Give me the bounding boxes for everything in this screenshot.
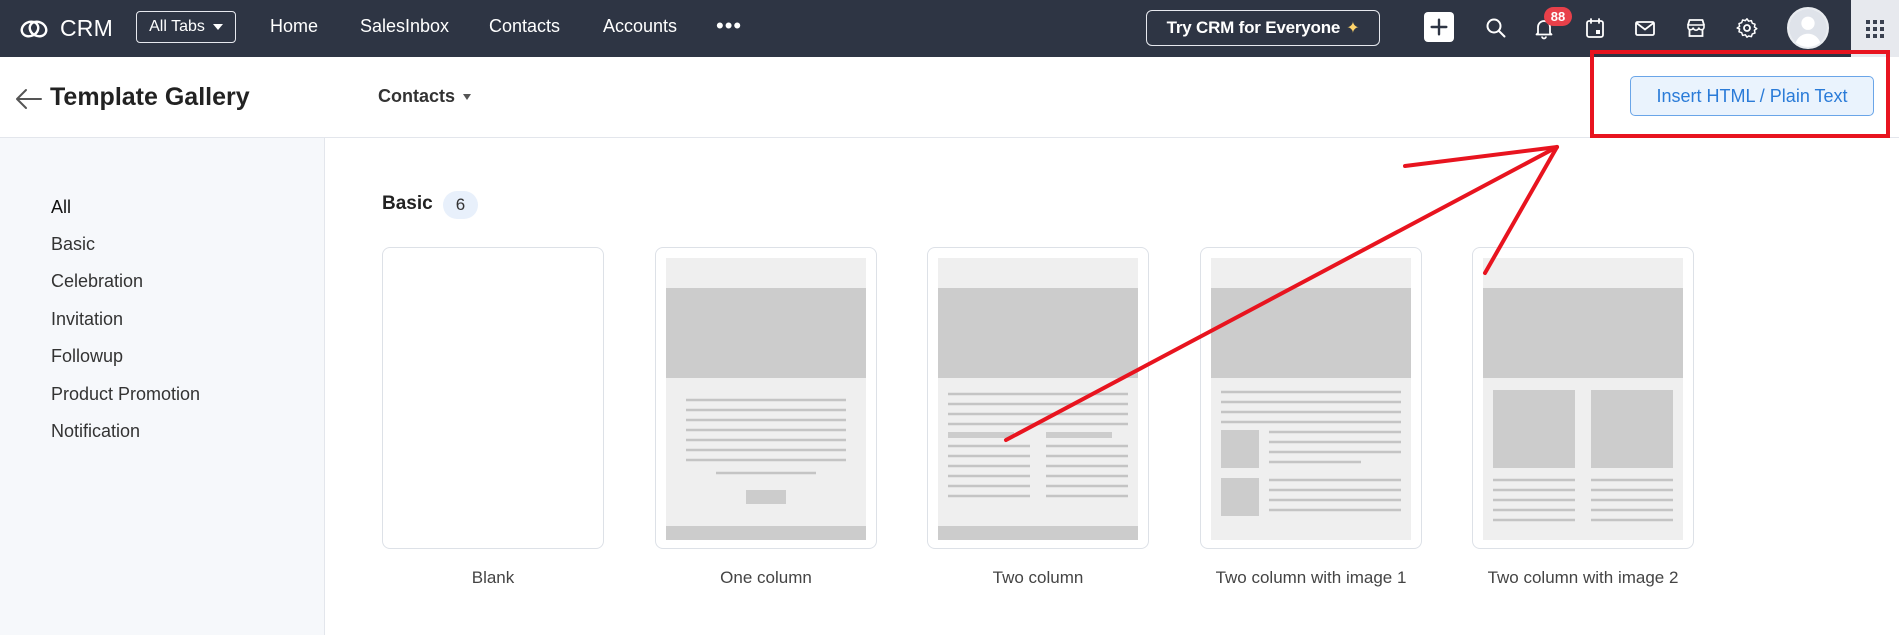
template-label: Two column [992, 568, 1084, 587]
crm-logo-icon [20, 20, 48, 38]
template-preview [1483, 258, 1683, 540]
user-avatar[interactable] [1787, 7, 1829, 49]
sidebar-item-product-promotion[interactable]: Product Promotion [51, 384, 200, 405]
nav-salesinbox[interactable]: SalesInbox [360, 16, 449, 37]
more-tabs-icon[interactable]: ••• [716, 15, 742, 37]
template-card-one-column[interactable] [655, 247, 877, 549]
create-new-button[interactable] [1424, 12, 1454, 42]
template-preview [938, 258, 1138, 540]
sidebar-item-notification[interactable]: Notification [51, 421, 140, 442]
all-tabs-dropdown[interactable]: All Tabs [136, 11, 236, 43]
template-label: One column [720, 568, 812, 587]
nav-home[interactable]: Home [270, 16, 318, 37]
calendar-button[interactable] [1581, 14, 1609, 42]
sidebar-item-basic[interactable]: Basic [51, 234, 95, 255]
try-crm-label: Try CRM for Everyone [1166, 18, 1341, 37]
template-card-two-column-image-2[interactable] [1472, 247, 1694, 549]
search-icon [1486, 18, 1506, 38]
gear-icon [1736, 18, 1758, 38]
plus-icon [1430, 18, 1448, 36]
template-card-two-column-image-1[interactable] [1200, 247, 1422, 549]
mail-button[interactable] [1631, 14, 1659, 42]
all-tabs-label: All Tabs [149, 18, 205, 35]
template-preview [666, 258, 866, 540]
back-arrow-icon[interactable] [14, 87, 42, 111]
apps-menu-button[interactable] [1851, 0, 1899, 57]
sidebar-item-celebration[interactable]: Celebration [51, 271, 143, 292]
module-dropdown[interactable]: Contacts [378, 86, 472, 107]
grid-icon [1866, 19, 1884, 38]
chevron-down-icon [212, 24, 223, 30]
nav-contacts[interactable]: Contacts [489, 16, 560, 37]
page-title: Template Gallery [50, 83, 250, 111]
mail-icon [1635, 21, 1655, 36]
template-label: Two column with image 2 [1487, 568, 1679, 587]
sparkle-icon: ✦ [1346, 20, 1360, 37]
marketplace-button[interactable] [1682, 14, 1710, 42]
chevron-down-icon [463, 93, 472, 100]
template-card-blank[interactable] [382, 247, 604, 549]
annotation-highlight-box [1590, 50, 1890, 138]
user-avatar-icon [1789, 9, 1827, 47]
module-label: Contacts [378, 86, 456, 106]
calendar-icon [1586, 18, 1604, 38]
search-button[interactable] [1482, 14, 1510, 42]
template-count-badge: 6 [443, 191, 478, 219]
top-navigation-bar: CRM All Tabs Home SalesInbox Contacts Ac… [0, 0, 1899, 57]
section-title: Basic [382, 193, 433, 214]
category-sidebar: All Basic Celebration Invitation Followu… [0, 138, 325, 635]
app-name: CRM [60, 14, 113, 41]
crm-logo[interactable]: CRM [18, 12, 113, 44]
settings-button[interactable] [1733, 14, 1761, 42]
template-preview [1211, 258, 1411, 540]
sidebar-item-followup[interactable]: Followup [51, 346, 123, 367]
template-card-two-column[interactable] [927, 247, 1149, 549]
template-label: Two column with image 1 [1215, 568, 1407, 587]
sidebar-item-invitation[interactable]: Invitation [51, 309, 123, 330]
sidebar-item-all[interactable]: All [51, 197, 71, 218]
try-crm-for-everyone-button[interactable]: Try CRM for Everyone ✦ [1146, 10, 1380, 46]
store-icon [1687, 19, 1705, 37]
nav-accounts[interactable]: Accounts [603, 16, 677, 37]
notification-count-badge: 88 [1544, 7, 1572, 26]
template-label: Blank [471, 568, 515, 587]
